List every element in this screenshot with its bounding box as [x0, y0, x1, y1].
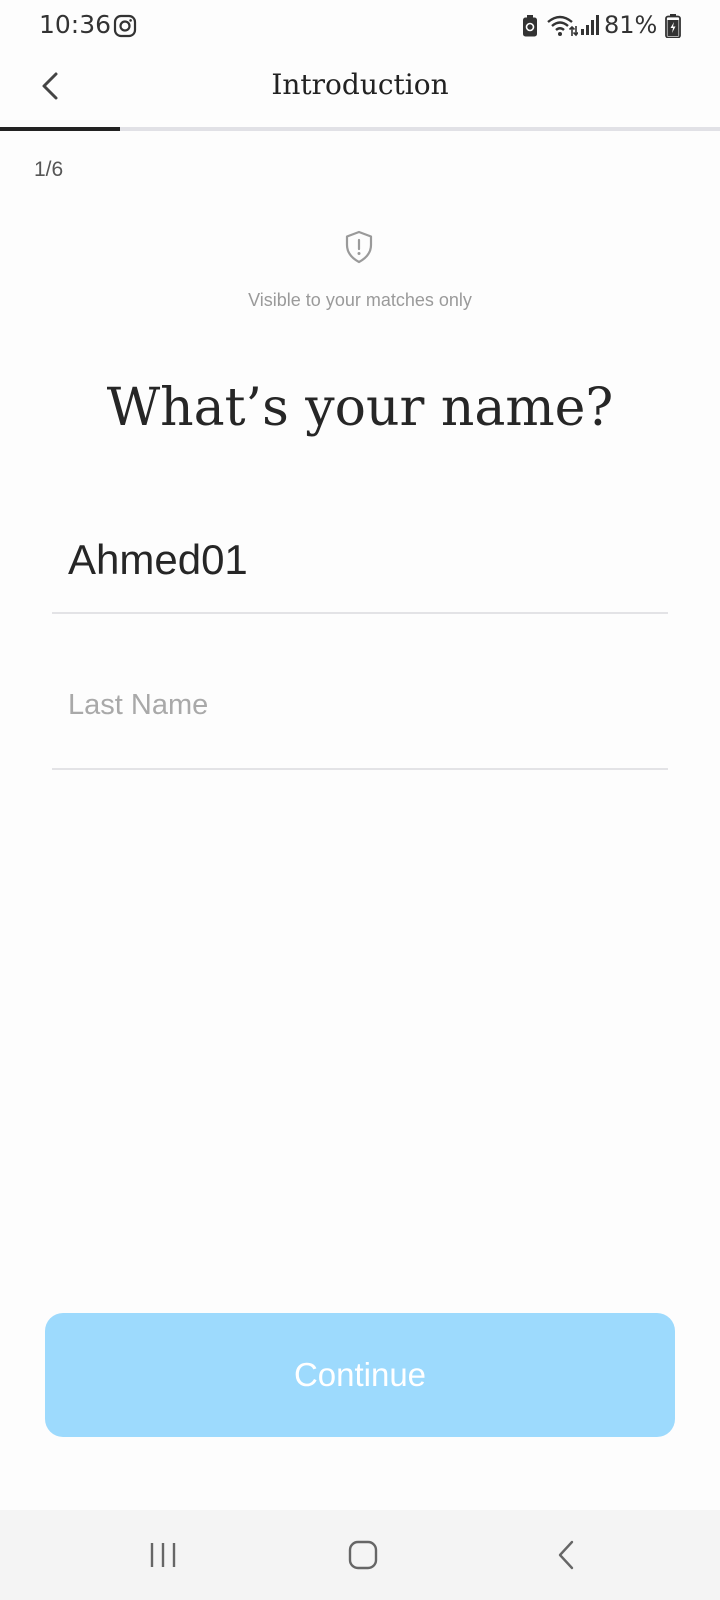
shield-alert-icon — [345, 230, 373, 264]
system-nav-bar — [0, 1510, 720, 1600]
progress-bar — [0, 127, 720, 131]
wifi-icon — [547, 15, 578, 37]
first-name-input[interactable] — [52, 528, 668, 592]
recent-apps-button[interactable] — [133, 1532, 193, 1578]
battery-saver-icon — [523, 15, 537, 37]
signal-icon — [581, 15, 599, 35]
question-heading: What’s your name? — [106, 378, 614, 438]
first-name-field — [52, 520, 668, 614]
status-bar: 10:36 81% — [0, 0, 720, 52]
instagram-icon — [113, 14, 137, 38]
battery-icon — [665, 14, 681, 38]
step-counter: 1/6 — [34, 158, 64, 181]
continue-button[interactable]: Continue — [45, 1313, 675, 1437]
last-name-field — [52, 676, 668, 770]
home-icon — [348, 1540, 378, 1570]
page-title: Introduction — [271, 68, 449, 101]
progress-fill — [0, 127, 121, 131]
header: Introduction — [0, 52, 720, 128]
system-back-button[interactable] — [536, 1532, 596, 1578]
last-name-input[interactable] — [52, 676, 668, 734]
visibility-note: Visible to your matches only — [248, 290, 472, 310]
home-button[interactable] — [333, 1532, 393, 1578]
status-time: 10:36 — [39, 10, 112, 39]
recent-apps-icon — [150, 1543, 176, 1567]
back-icon — [558, 1540, 574, 1570]
battery-percent: 81% — [604, 11, 658, 39]
